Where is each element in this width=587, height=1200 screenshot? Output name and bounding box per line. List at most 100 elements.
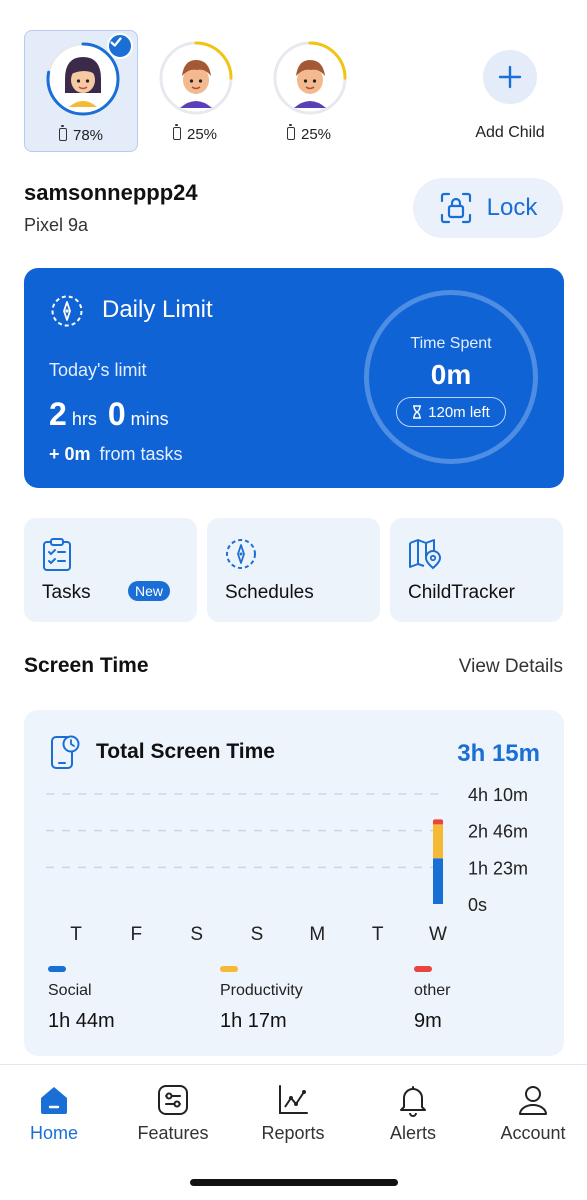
- legend-swatch: [48, 966, 66, 972]
- legend-productivity: Productivity 1h 17m: [220, 966, 303, 1033]
- nav-home[interactable]: Home: [4, 1083, 104, 1144]
- limit-mins: 0: [107, 396, 126, 432]
- x-tick-label: W: [429, 924, 447, 945]
- limit-hours-unit: hrs: [71, 409, 97, 429]
- bar-segment-social: [433, 858, 443, 904]
- tasks-bonus: + 0m from tasks: [49, 444, 183, 465]
- child-card-2[interactable]: 25%: [138, 30, 252, 152]
- child-card-1[interactable]: 78%: [24, 30, 138, 152]
- child-avatar: [158, 40, 234, 116]
- nav-account[interactable]: Account: [483, 1083, 583, 1144]
- legend-social: Social 1h 44m: [48, 966, 115, 1033]
- lock-icon: [440, 192, 471, 224]
- legend-name: other: [414, 982, 451, 999]
- battery-level: 25%: [186, 126, 218, 143]
- child-avatar: [45, 33, 133, 117]
- add-child-button[interactable]: Add Child: [456, 30, 564, 152]
- nav-home-label: Home: [29, 1123, 78, 1143]
- limit-mins-unit: mins: [130, 409, 169, 429]
- home-indicator: [190, 1179, 398, 1186]
- legend-value: 1h 44m: [48, 1010, 115, 1032]
- progress-ring: [273, 41, 347, 115]
- child-avatar: [272, 40, 348, 116]
- battery-icon: [58, 125, 67, 141]
- legend-name: Social: [48, 982, 92, 999]
- legend-swatch: [220, 966, 238, 972]
- nav-alerts[interactable]: Alerts: [363, 1083, 463, 1144]
- y-tick-label: 4h 10m: [468, 785, 528, 805]
- screen-time-chart: 4h 10m 2h 46m 1h 23m 0s T F S S M T W: [46, 785, 528, 945]
- time-spent-label: Time Spent: [410, 335, 492, 352]
- tasks-bonus-suffix: from tasks: [99, 444, 183, 464]
- y-tick-label: 1h 23m: [468, 858, 528, 878]
- battery-status: 78%: [25, 125, 137, 144]
- time-spent-value: 0m: [430, 359, 472, 390]
- battery-status: 25%: [138, 124, 252, 143]
- tasks-tile[interactable]: Tasks New: [24, 518, 197, 622]
- x-tick-label: M: [309, 924, 325, 945]
- battery-level: 78%: [72, 127, 104, 144]
- hourglass-icon: [413, 405, 422, 419]
- add-child-label: Add Child: [475, 124, 545, 141]
- progress-ring: [159, 41, 233, 115]
- nav-features[interactable]: Features: [123, 1083, 223, 1144]
- battery-status: 25%: [252, 124, 366, 143]
- schedules-tile[interactable]: Schedules: [207, 518, 380, 622]
- todays-limit-value: 2 hrs 0 mins: [49, 396, 169, 433]
- y-tick-label: 2h 46m: [468, 822, 528, 842]
- schedule-compass-icon: [226, 539, 256, 569]
- child-card-3[interactable]: 25%: [252, 30, 366, 152]
- nav-account-label: Account: [500, 1123, 566, 1143]
- screen-time-title: Screen Time: [24, 654, 149, 677]
- tasks-label: Tasks: [42, 582, 91, 603]
- y-tick-label: 0s: [468, 895, 487, 915]
- x-tick-label: S: [190, 924, 203, 945]
- x-tick-label: F: [131, 924, 143, 945]
- legend-name: Productivity: [220, 982, 303, 999]
- view-details-link[interactable]: View Details: [459, 656, 563, 678]
- x-tick-label: T: [372, 924, 384, 945]
- legend-other: other 9m: [414, 966, 450, 1033]
- battery-icon: [172, 124, 181, 140]
- bar-segment-productivity: [433, 824, 443, 859]
- compass-timer-icon: [51, 295, 83, 327]
- legend-swatch: [414, 966, 432, 972]
- home-icon: [41, 1087, 67, 1114]
- nav-features-label: Features: [137, 1123, 209, 1143]
- user-icon: [519, 1086, 547, 1115]
- lock-label: Lock: [486, 194, 538, 221]
- selected-check-icon: [107, 33, 133, 59]
- daily-limit-title: Daily Limit: [102, 296, 213, 323]
- bar-cap: [433, 819, 443, 824]
- screen-time-card[interactable]: Total Screen Time 3h 15m 4h 10m 2h 46m 1h …: [24, 710, 564, 1056]
- todays-limit-label: Today's limit: [49, 360, 147, 380]
- nav-alerts-label: Alerts: [389, 1123, 436, 1143]
- sliders-icon: [158, 1085, 188, 1115]
- line-chart-icon: [279, 1085, 308, 1114]
- time-spent-ring: Time Spent 0m 120m left: [364, 290, 538, 464]
- daily-limit-card[interactable]: Daily Limit Today's limit 2 hrs 0 mins +…: [24, 268, 564, 488]
- map-pin-icon: [409, 539, 442, 570]
- time-left-pill: 120m left: [396, 397, 506, 427]
- time-left-text: 120m left: [428, 403, 490, 421]
- legend-value: 9m: [414, 1010, 442, 1032]
- device-username: samsonneppp24: [24, 180, 198, 205]
- clipboard-checklist-icon: [43, 538, 71, 571]
- legend-value: 1h 17m: [220, 1010, 287, 1032]
- bell-icon: [400, 1086, 426, 1117]
- tasks-bonus-value: + 0m: [49, 444, 91, 464]
- children-row: 78% 25% 25% Add Child: [24, 30, 564, 152]
- battery-icon: [286, 124, 295, 140]
- nav-reports-label: Reports: [261, 1123, 325, 1143]
- x-tick-label: S: [251, 924, 264, 945]
- plus-icon: [483, 50, 537, 104]
- schedules-label: Schedules: [225, 582, 314, 603]
- childtracker-label: ChildTracker: [408, 582, 515, 603]
- nav-reports[interactable]: Reports: [243, 1083, 343, 1144]
- lock-button[interactable]: Lock: [413, 178, 563, 238]
- new-badge: New: [128, 581, 171, 601]
- device-model: Pixel 9a: [24, 215, 89, 235]
- childtracker-tile[interactable]: ChildTracker: [390, 518, 563, 622]
- battery-level: 25%: [300, 126, 332, 143]
- x-tick-label: T: [70, 924, 82, 945]
